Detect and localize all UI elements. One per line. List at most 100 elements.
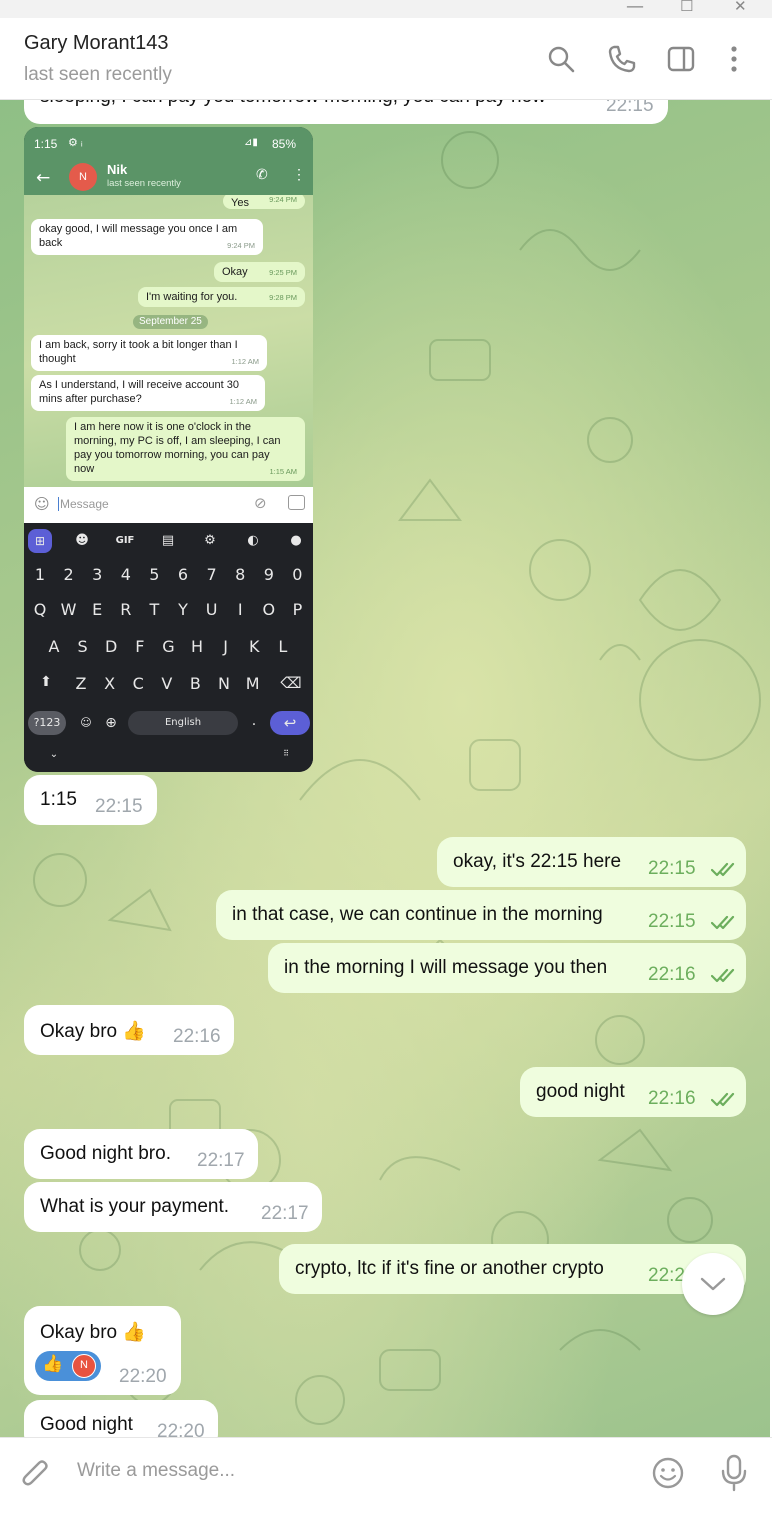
phone-keyboard: ⊞ ☻ GIF ▤ ⚙ ◐ ● 1234567890 QWERTYUIOP AS… — [24, 523, 313, 772]
keyboard-number-key: 0 — [292, 565, 303, 584]
message-text: in the morning I will message you then — [284, 957, 608, 978]
incoming-message[interactable]: What is your payment. 22:17 — [24, 1182, 322, 1232]
keyboard-letter-key: M — [245, 674, 260, 693]
phone-message-time: 1:15 AM — [269, 467, 297, 476]
incoming-message[interactable]: sleeping, I can pay you tomorrow morning… — [24, 100, 668, 124]
scroll-to-bottom-button[interactable] — [682, 1253, 744, 1315]
chat-area[interactable]: sleeping, I can pay you tomorrow morning… — [0, 100, 770, 1437]
palette-icon: ◐ — [247, 533, 259, 548]
keyboard-letter-key: N — [218, 674, 230, 693]
screenshot-image[interactable]: 1:15 ⚙ ᵢ ⊿▮ 85% ← N Nik last seen recent… — [24, 127, 313, 772]
incoming-message[interactable]: Okay bro 👍 22:16 — [24, 1005, 234, 1055]
phone-call-icon[interactable] — [607, 44, 637, 74]
message-reaction[interactable]: 👍 N — [35, 1351, 101, 1381]
avatar: N — [69, 163, 97, 191]
phone-message-time: 9:24 PM — [269, 195, 297, 204]
message-text: Good night bro. — [40, 1143, 171, 1164]
outgoing-message[interactable]: in that case, we can continue in the mor… — [216, 890, 746, 940]
phone-message-text: Yes — [231, 197, 249, 209]
message-time: 22:20 — [157, 1421, 205, 1437]
keyboard-letter-key: Q — [33, 600, 47, 619]
symbols-key: ?123 — [28, 711, 66, 735]
message-text: Okay bro 👍 — [40, 1021, 147, 1042]
phone-message-time: 9:25 PM — [269, 268, 297, 277]
keyboard-switch-icon: ⠿ — [283, 749, 289, 758]
sidebar-toggle-icon[interactable] — [666, 44, 696, 74]
message-time: 22:20 — [119, 1366, 167, 1387]
keyboard-number-key: 1 — [34, 565, 46, 584]
phone-message-time: 9:28 PM — [269, 293, 297, 302]
phone-chat-header: ← N Nik last seen recently ✆ ⋮ — [24, 162, 313, 195]
keyboard-number-key: 9 — [263, 565, 274, 584]
phone-message: I am back, sorry it took a bit longer th… — [31, 335, 267, 371]
camera-icon — [288, 495, 305, 510]
space-key: English — [128, 711, 238, 735]
message-input[interactable]: Write a message... — [77, 1460, 235, 1482]
phone-message-text: mins after purchase? — [39, 393, 142, 405]
more-options-icon[interactable] — [719, 44, 749, 74]
keyboard-nav-row: ⌄ ⠿ — [24, 749, 313, 765]
keyboard-letter-key: X — [104, 674, 116, 693]
message-time: 22:15 — [606, 100, 654, 116]
search-icon[interactable] — [546, 44, 576, 74]
attach-icon[interactable] — [20, 1458, 52, 1492]
phone-message-text: pay you tomorrow morning, you can pay — [74, 449, 270, 461]
phone-message-text: morning, my PC is off, I am sleeping, I … — [74, 435, 281, 447]
close-button[interactable]: ✕ — [734, 0, 747, 15]
more-options-icon: ⋮ — [292, 166, 306, 182]
mic-icon: ● — [290, 533, 302, 548]
outgoing-message[interactable]: in the morning I will message you then 2… — [268, 943, 746, 993]
incoming-message[interactable]: Good night 22:20 — [24, 1400, 218, 1437]
keyboard-letter-key: L — [278, 637, 288, 656]
emoji-key-icon: ☺ — [80, 716, 92, 729]
message-time: 22:17 — [261, 1203, 309, 1224]
phone-call-icon: ✆ — [256, 166, 268, 182]
phone-date-separator: September 25 — [133, 315, 208, 329]
keyboard-number-key: 5 — [149, 565, 160, 584]
outgoing-message[interactable]: okay, it's 22:15 here 22:15 — [437, 837, 746, 887]
contact-name[interactable]: Gary Morant143 — [24, 32, 169, 55]
maximize-button[interactable]: ☐ — [680, 0, 693, 15]
reaction-emoji: 👍 — [42, 1354, 64, 1373]
phone-message: As I understand, I will receive account … — [31, 375, 265, 411]
phone-message-input: ☺ Message ⊘ — [24, 487, 313, 523]
keyboard-number-key: 6 — [177, 565, 189, 584]
message-time: 22:15 — [648, 911, 696, 932]
message-text: in that case, we can continue in the mor… — [232, 904, 603, 925]
gif-key: GIF — [115, 535, 135, 546]
attach-icon: ⊘ — [254, 494, 267, 512]
message-time: 22:15 — [648, 858, 696, 879]
microphone-icon[interactable] — [720, 1454, 748, 1492]
phone-message: Yes 9:24 PM — [223, 195, 305, 209]
phone-message: Okay 9:25 PM — [214, 262, 305, 282]
read-checkmarks-icon — [711, 862, 735, 877]
enter-key-icon: ↩ — [270, 711, 310, 735]
settings-icon: ⚙ — [204, 533, 216, 548]
keyboard-letter-key: W — [60, 600, 77, 619]
keyboard-letter-key: I — [237, 600, 243, 619]
period-key: . — [251, 713, 257, 729]
contact-status: last seen recently — [24, 64, 172, 85]
keyboard-letter-key: B — [189, 674, 201, 693]
keyboard-number-key: 7 — [206, 565, 217, 584]
message-text: good night — [536, 1081, 625, 1102]
phone-message-text: Okay — [222, 266, 248, 278]
keyboard-letter-key: Y — [178, 600, 188, 619]
emoji-icon[interactable] — [651, 1456, 685, 1490]
battery-level: 85% — [272, 137, 297, 151]
keyboard-letter-key: E — [92, 600, 103, 619]
outgoing-message[interactable]: good night 22:16 — [520, 1067, 746, 1117]
phone-message-time: 1:12 AM — [229, 397, 257, 406]
message-time: 22:16 — [173, 1026, 221, 1047]
keyboard-letter-key: G — [162, 637, 175, 656]
minimize-button[interactable]: — — [626, 0, 644, 17]
keyboard-number-key: 4 — [120, 565, 131, 584]
incoming-message[interactable]: Good night bro. 22:17 — [24, 1129, 258, 1179]
outgoing-message[interactable]: crypto, ltc if it's fine or another cryp… — [279, 1244, 746, 1294]
message-time: 22:17 — [197, 1150, 245, 1171]
incoming-message[interactable]: 1:15 22:15 — [24, 775, 157, 825]
phone-clock: 1:15 — [34, 137, 58, 151]
message-text: What is your payment. — [40, 1196, 230, 1217]
message-text: Good night — [40, 1414, 133, 1435]
phone-message-time: 9:24 PM — [227, 241, 255, 250]
